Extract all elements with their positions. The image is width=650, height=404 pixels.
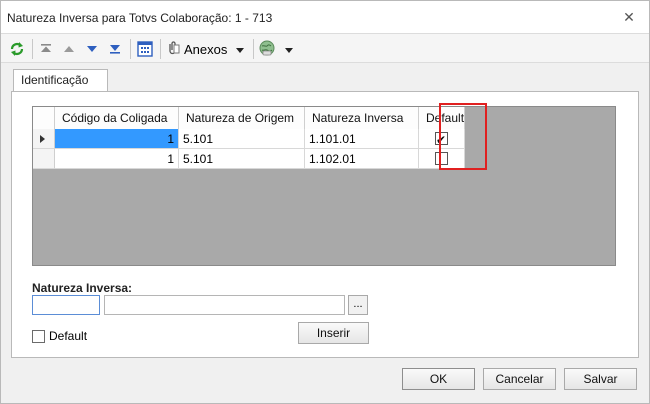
title-bar: Natureza Inversa para Totvs Colaboração:… [1, 1, 649, 33]
current-row-icon [40, 135, 45, 143]
previous-record-icon[interactable] [60, 38, 78, 60]
default-checkbox-label: Default [49, 329, 88, 343]
table-row[interactable]: 1 5.101 1.102.01 [33, 149, 465, 169]
attachments-button[interactable]: Anexos [165, 38, 251, 60]
column-header-default[interactable]: Default [419, 107, 465, 129]
tab-identificacao[interactable]: Identificação [13, 69, 108, 92]
attachment-icon [165, 40, 181, 59]
toolbar-separator [160, 39, 161, 59]
toolbar-separator [130, 39, 131, 59]
cell-inversa[interactable]: 1.101.01 [305, 129, 419, 149]
close-icon[interactable]: ✕ [621, 9, 637, 25]
toolbar-separator [32, 39, 33, 59]
default-option[interactable]: Default [32, 329, 87, 343]
lookup-button[interactable]: ... [348, 295, 368, 315]
column-header-origem[interactable]: Natureza de Origem [179, 107, 305, 129]
globe-icon [258, 39, 276, 60]
dialog-window: Natureza Inversa para Totvs Colaboração:… [0, 0, 650, 404]
natureza-description-input[interactable] [104, 295, 345, 315]
column-header-inversa[interactable]: Natureza Inversa [305, 107, 419, 129]
data-grid: Código da Coligada Natureza de Origem Na… [32, 103, 616, 266]
save-button[interactable]: Salvar [564, 368, 637, 390]
next-record-icon[interactable] [83, 38, 101, 60]
cell-coligada[interactable]: 1 [55, 129, 179, 149]
tab-panel: Código da Coligada Natureza de Origem Na… [11, 91, 639, 358]
cell-default[interactable] [419, 149, 465, 169]
insert-button[interactable]: Inserir [298, 322, 369, 344]
row-indicator-header [33, 107, 55, 129]
grid-view-icon[interactable] [135, 38, 155, 60]
default-checkbox[interactable] [435, 130, 448, 148]
refresh-icon[interactable] [7, 38, 27, 60]
row-indicator [33, 129, 55, 149]
attachments-label: Anexos [184, 41, 228, 57]
globe-menu-button[interactable] [258, 38, 298, 60]
cell-inversa[interactable]: 1.102.01 [305, 149, 419, 169]
natureza-inversa-label: Natureza Inversa: [32, 281, 133, 295]
chevron-down-icon [236, 42, 245, 56]
default-checkbox[interactable] [32, 329, 45, 343]
default-checkbox[interactable] [435, 152, 448, 165]
column-header-coligada[interactable]: Código da Coligada [55, 107, 179, 129]
cancel-button[interactable]: Cancelar [483, 368, 556, 390]
table-row[interactable]: 1 5.101 1.101.01 [33, 129, 465, 149]
row-indicator [33, 149, 55, 169]
cell-default[interactable] [419, 129, 465, 149]
grid-header: Código da Coligada Natureza de Origem Na… [33, 107, 465, 129]
chevron-down-icon [285, 42, 293, 56]
cell-coligada[interactable]: 1 [55, 149, 179, 169]
last-record-icon[interactable] [106, 38, 124, 60]
ok-button[interactable]: OK [402, 368, 475, 390]
cell-origem[interactable]: 5.101 [179, 149, 305, 169]
toolbar-separator [253, 39, 254, 59]
toolbar: Anexos [1, 33, 649, 63]
first-record-icon[interactable] [37, 38, 55, 60]
cell-origem[interactable]: 5.101 [179, 129, 305, 149]
natureza-code-input[interactable] [32, 295, 100, 315]
window-title: Natureza Inversa para Totvs Colaboração:… [7, 11, 273, 25]
